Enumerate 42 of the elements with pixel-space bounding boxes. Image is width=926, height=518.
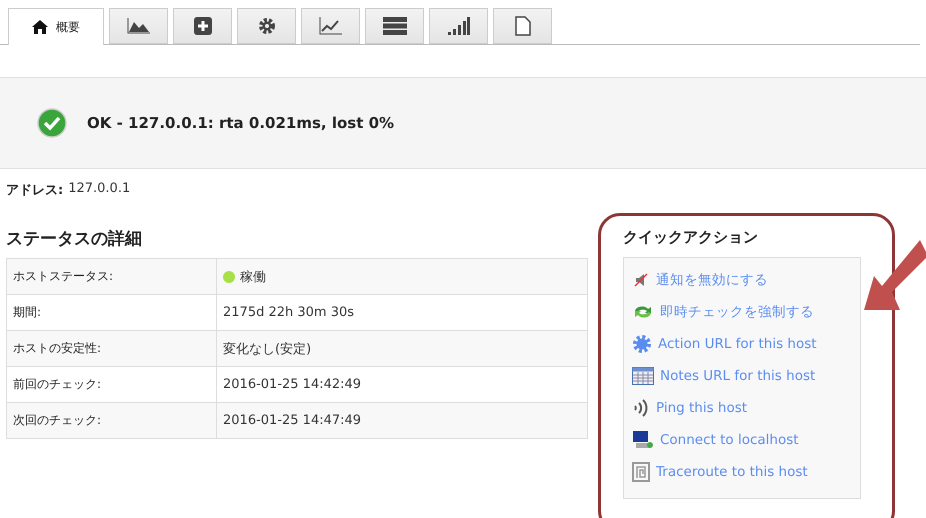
signal-bars-icon xyxy=(448,17,470,35)
tab[interactable] xyxy=(301,8,360,44)
cell-value: 稼働 xyxy=(240,268,266,286)
section-heading: ステータスの詳細 xyxy=(6,228,143,250)
pointer-arrow xyxy=(864,240,926,310)
table-cell: 次回のチェック: xyxy=(7,403,217,438)
tab[interactable] xyxy=(109,8,168,44)
tab[interactable] xyxy=(365,8,424,44)
gear-icon xyxy=(632,334,652,354)
spiral-square-icon xyxy=(632,462,650,482)
cell-value: 2016-01-25 14:47:49 xyxy=(223,413,362,428)
cell-value: 2016-01-25 14:42:49 xyxy=(223,377,362,392)
page-icon xyxy=(514,16,530,36)
status-message: OK - 127.0.0.1: rta 0.021ms, lost 0% xyxy=(87,114,394,132)
action-link[interactable]: Notes URL for this host xyxy=(632,360,816,392)
area-chart-icon xyxy=(126,18,150,34)
address-value: 127.0.0.1 xyxy=(68,181,130,198)
list-icon xyxy=(382,17,406,35)
cell-value: 2175d 22h 30m 30s xyxy=(223,305,354,320)
muted-speaker-icon xyxy=(632,271,650,289)
table-icon xyxy=(632,367,654,385)
gear-icon xyxy=(258,17,276,35)
check-icon xyxy=(37,108,67,138)
action-link[interactable]: Traceroute to this host xyxy=(632,456,808,488)
tab[interactable] xyxy=(237,8,296,44)
action-link[interactable]: 即時チェックを強制する xyxy=(632,296,814,328)
action-link[interactable]: Ping this host xyxy=(632,392,748,424)
tab[interactable] xyxy=(429,8,488,44)
home-icon xyxy=(32,20,48,34)
tab[interactable] xyxy=(173,8,232,44)
signal-waves-icon xyxy=(632,399,650,417)
action-link[interactable]: 通知を無効にする xyxy=(632,264,768,296)
tab[interactable] xyxy=(493,8,552,44)
action-link[interactable]: Connect to localhost xyxy=(632,424,799,456)
computer-icon xyxy=(632,430,654,450)
cell-value: 変化なし(安定) xyxy=(223,340,312,358)
line-chart-icon xyxy=(318,17,342,35)
tab[interactable]: 概要 xyxy=(8,8,104,45)
plus-icon xyxy=(194,17,212,35)
panel-title: クイックアクション xyxy=(623,228,759,247)
address-label: アドレス: xyxy=(6,182,64,199)
action-link[interactable]: Action URL for this host xyxy=(632,328,817,360)
